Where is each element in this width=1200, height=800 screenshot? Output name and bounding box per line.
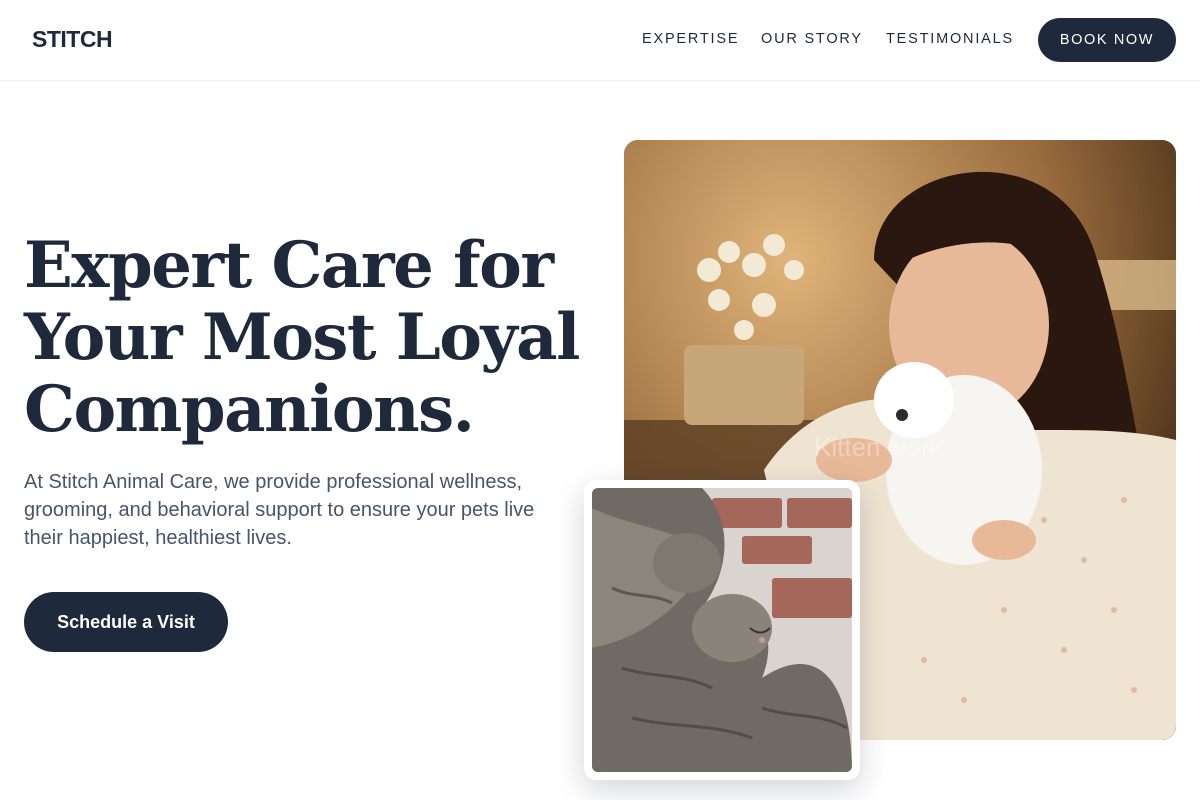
schedule-visit-button[interactable]: Schedule a Visit — [24, 592, 228, 652]
hero-title-line: Your Most Loyal — [24, 300, 580, 375]
book-now-button[interactable]: BOOK NOW — [1038, 18, 1176, 62]
nav-link-our-story[interactable]: OUR STORY — [761, 31, 863, 47]
hero-title: Expert Care for Your Most Loyal Companio… — [24, 230, 584, 446]
site-logo[interactable]: STITCH — [32, 26, 113, 53]
inset-photo-card — [584, 480, 860, 780]
hero-title-line: Companions. — [24, 372, 475, 447]
nav-link-expertise[interactable]: EXPERTISE — [642, 31, 739, 47]
inset-photo-cats — [592, 488, 852, 772]
site-header: STITCH EXPERTISE OUR STORY TESTIMONIALS … — [0, 0, 1200, 81]
cats-illustration — [592, 488, 852, 772]
nav-link-testimonials[interactable]: TESTIMONIALS — [886, 31, 1014, 47]
hero-description: At Stitch Animal Care, we provide profes… — [24, 471, 535, 549]
image-watermark: Kitten work — [814, 432, 943, 462]
hero-title-line: Expert Care for — [24, 228, 554, 303]
